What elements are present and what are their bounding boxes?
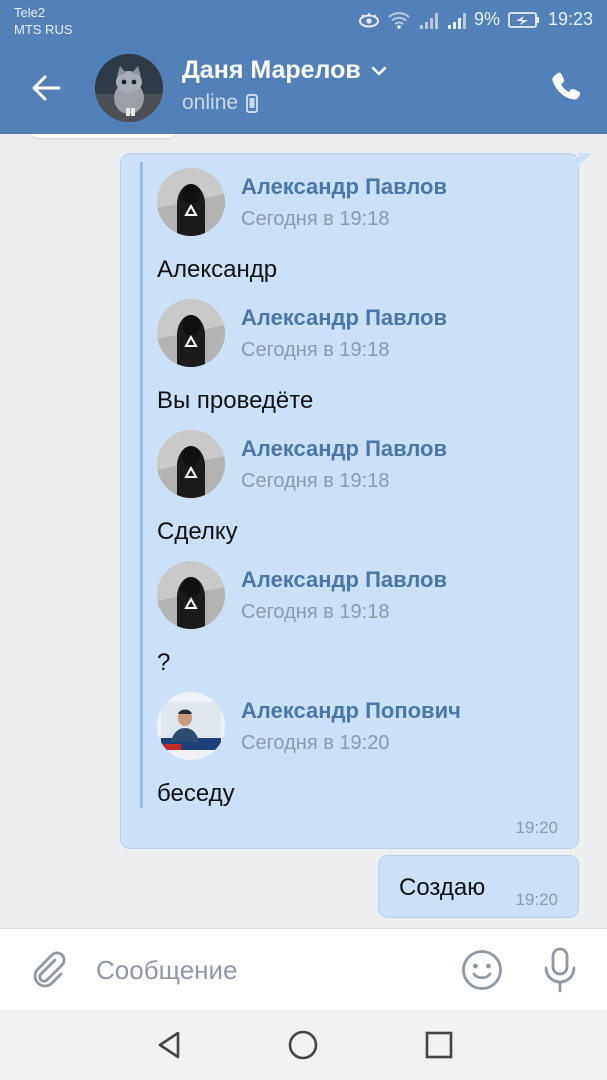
author-name[interactable]: Александр Попович bbox=[241, 698, 461, 724]
bubble-tail bbox=[578, 153, 592, 167]
hooded-person-icon bbox=[157, 168, 225, 236]
author-avatar[interactable] bbox=[157, 430, 225, 498]
mobile-phone-icon bbox=[246, 93, 259, 113]
own-message-bubble[interactable]: Создаю 19:20 bbox=[378, 855, 579, 918]
author-name[interactable]: Александр Павлов bbox=[241, 567, 447, 593]
hooded-person-icon bbox=[157, 561, 225, 629]
forward-indicator-bar bbox=[140, 162, 143, 808]
hooded-person-icon bbox=[157, 430, 225, 498]
eye-comfort-icon bbox=[358, 12, 380, 28]
voice-message-button[interactable] bbox=[540, 946, 580, 994]
status-icons: 9% 19:23 bbox=[358, 9, 593, 30]
carrier-info: Tele2 MTS RUS bbox=[14, 4, 73, 38]
message-text: Вы проведёте bbox=[157, 387, 314, 414]
signal-2-icon bbox=[446, 11, 466, 29]
system-nav-bar bbox=[0, 1010, 607, 1080]
back-button[interactable] bbox=[28, 70, 64, 106]
phone-icon bbox=[552, 72, 581, 100]
cat-photo-icon bbox=[95, 54, 163, 122]
battery-charging-icon bbox=[508, 11, 540, 29]
author-name[interactable]: Александр Павлов bbox=[241, 305, 447, 331]
status-bar: Tele2 MTS RUS 9% 19:23 bbox=[0, 0, 607, 42]
author-avatar[interactable] bbox=[157, 299, 225, 367]
paperclip-icon bbox=[33, 951, 66, 988]
author-avatar[interactable] bbox=[157, 561, 225, 629]
message-date: Сегодня в 19:20 bbox=[241, 732, 390, 754]
message-list[interactable]: Александр Павлов Сегодня в 19:18 Алексан… bbox=[0, 134, 607, 928]
attach-button[interactable] bbox=[28, 949, 68, 989]
contact-info[interactable]: Даня Марелов online bbox=[182, 56, 389, 115]
microphone-icon bbox=[544, 947, 576, 993]
chevron-down-icon bbox=[371, 66, 387, 75]
contact-status: online bbox=[182, 91, 389, 115]
message-text: Создаю bbox=[399, 874, 486, 901]
author-name[interactable]: Александр Павлов bbox=[241, 174, 447, 200]
previous-message-bubble bbox=[30, 134, 176, 138]
nav-home-button[interactable] bbox=[286, 1028, 320, 1062]
author-avatar[interactable] bbox=[157, 692, 225, 760]
hooded-person-icon bbox=[157, 299, 225, 367]
message-composer bbox=[0, 928, 607, 1010]
carrier-2: MTS RUS bbox=[14, 22, 73, 37]
carrier-1: Tele2 bbox=[14, 5, 46, 20]
nav-recents-button[interactable] bbox=[422, 1028, 456, 1062]
square-recents-icon bbox=[425, 1031, 453, 1059]
message-text: Александр bbox=[157, 256, 278, 283]
person-photo-icon bbox=[157, 692, 225, 760]
message-date: Сегодня в 19:18 bbox=[241, 601, 390, 623]
author-name[interactable]: Александр Павлов bbox=[241, 436, 447, 462]
arrow-left-icon bbox=[32, 75, 61, 101]
message-text: Сделку bbox=[157, 518, 238, 545]
message-input[interactable] bbox=[96, 951, 426, 989]
contact-title[interactable]: Даня Марелов bbox=[182, 56, 389, 85]
triangle-back-icon bbox=[158, 1031, 180, 1059]
forwarded-message-bubble[interactable]: Александр Павлов Сегодня в 19:18 Алексан… bbox=[120, 153, 592, 849]
battery-percent: 9% bbox=[473, 9, 500, 29]
nav-back-button[interactable] bbox=[152, 1028, 186, 1062]
smiley-icon bbox=[462, 950, 502, 990]
message-text: беседу bbox=[157, 780, 235, 807]
message-date: Сегодня в 19:18 bbox=[241, 208, 390, 230]
wifi-icon bbox=[388, 11, 410, 29]
chat-header: Даня Марелов online bbox=[0, 42, 607, 134]
message-time: 19:20 bbox=[515, 890, 558, 909]
status-text: online bbox=[182, 91, 239, 114]
message-date: Сегодня в 19:18 bbox=[241, 339, 390, 361]
message-date: Сегодня в 19:18 bbox=[241, 470, 390, 492]
message-text: ? bbox=[157, 649, 171, 676]
contact-avatar[interactable] bbox=[95, 54, 163, 122]
clock: 19:23 bbox=[547, 9, 593, 29]
author-avatar[interactable] bbox=[157, 168, 225, 236]
signal-1-icon bbox=[418, 11, 438, 29]
circle-home-icon bbox=[288, 1030, 318, 1060]
emoji-button[interactable] bbox=[460, 948, 504, 992]
contact-name: Даня Марелов bbox=[182, 56, 361, 84]
message-time: 19:20 bbox=[515, 818, 558, 837]
call-button[interactable] bbox=[549, 70, 583, 104]
